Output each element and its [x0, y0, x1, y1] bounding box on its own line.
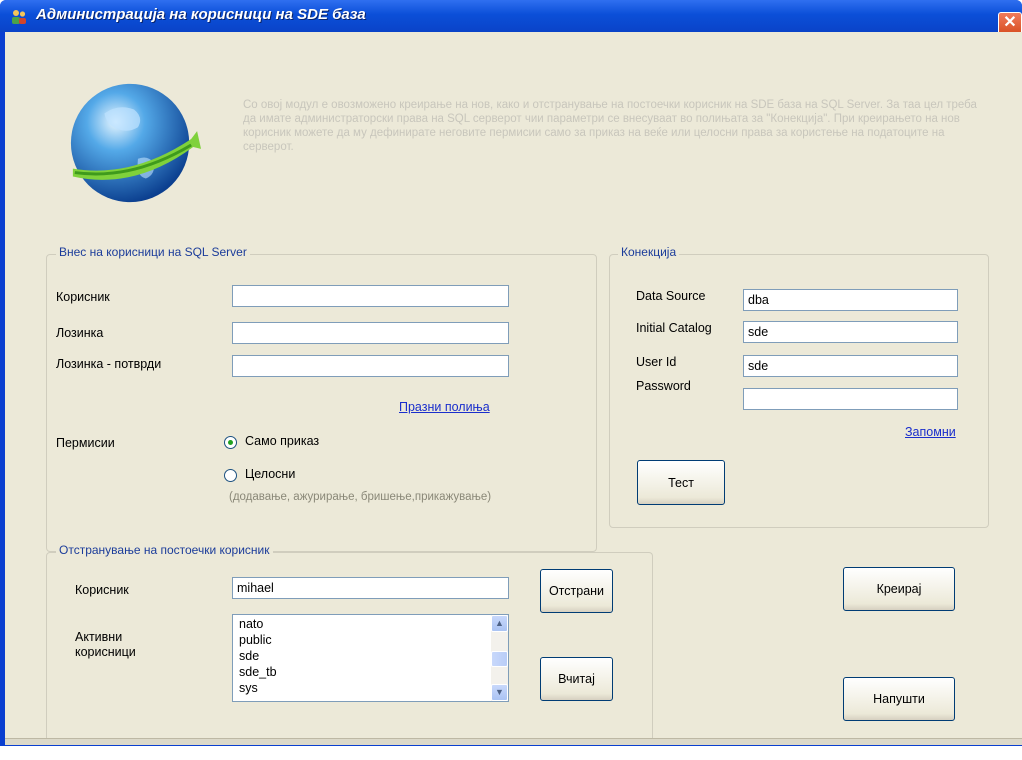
globe-icon	[70, 83, 202, 203]
list-scrollbar[interactable]: ▲ ▼	[491, 615, 508, 701]
clear-fields-link[interactable]: Празни полиња	[399, 400, 490, 414]
password-confirm-label: Лозинка - потврди	[56, 357, 162, 371]
full-rights-hint: (додавање, ажурирање, бришење,прикажувањ…	[229, 491, 492, 503]
test-button[interactable]: Тест	[637, 460, 725, 505]
load-button[interactable]: Вчитај	[540, 657, 613, 701]
password-label: Лозинка	[56, 326, 104, 340]
password-input[interactable]	[232, 322, 509, 344]
list-item[interactable]: nato	[239, 617, 263, 631]
data-source-input[interactable]	[743, 289, 958, 311]
scroll-thumb[interactable]	[491, 651, 508, 667]
user-id-input[interactable]	[743, 355, 958, 377]
client-area: Со овој модул е овозможено креирање на н…	[5, 32, 1022, 745]
password-confirm-input[interactable]	[232, 355, 509, 377]
title-bar[interactable]: Администрација на корисници на SDE база …	[0, 0, 1022, 36]
remove-user-label: Корисник	[75, 583, 129, 597]
full-rights-radio[interactable]	[224, 469, 237, 482]
connection-password-label: Password	[636, 379, 691, 393]
permissions-label: Пермисии	[56, 436, 115, 450]
active-users-list[interactable]: nato public sde sde_tb sys ▲ ▼	[232, 614, 509, 702]
initial-catalog-label: Initial Catalog	[636, 321, 712, 335]
users-icon	[12, 10, 26, 24]
connection-password-input[interactable]	[743, 388, 958, 410]
full-rights-label[interactable]: Целосни	[245, 467, 295, 481]
remove-user-legend: Отстранување на постоечки корисник	[56, 543, 273, 557]
user-id-label: User Id	[636, 355, 677, 369]
close-icon: ✕	[1003, 14, 1017, 31]
create-button[interactable]: Креирај	[843, 567, 955, 611]
exit-button[interactable]: Напушти	[843, 677, 955, 721]
list-item[interactable]: sys	[239, 681, 258, 695]
active-users-label-line1: Активни	[75, 630, 123, 644]
intro-text: Со овој модул е овозможено креирање на н…	[243, 99, 977, 153]
status-bar	[5, 738, 1022, 745]
window-title: Администрација на корисници на SDE база	[36, 6, 366, 23]
list-item[interactable]: public	[239, 633, 272, 647]
sql-users-legend: Внес на корисници на SQL Server	[56, 245, 250, 259]
scroll-up-icon[interactable]: ▲	[491, 615, 508, 632]
view-only-label[interactable]: Само приказ	[245, 434, 319, 448]
initial-catalog-input[interactable]	[743, 321, 958, 343]
scroll-down-icon[interactable]: ▼	[491, 684, 508, 701]
data-source-label: Data Source	[636, 289, 706, 303]
connection-legend: Конекција	[618, 245, 680, 259]
list-item[interactable]: sde	[239, 649, 259, 663]
remove-button[interactable]: Отстрани	[540, 569, 613, 613]
remember-link[interactable]: Запомни	[905, 425, 956, 439]
active-users-label-line2: корисници	[75, 645, 136, 659]
list-item[interactable]: sde_tb	[239, 665, 277, 679]
user-input[interactable]	[232, 285, 509, 307]
app-window: Администрација на корисници на SDE база …	[0, 0, 1022, 746]
user-label: Корисник	[56, 290, 110, 304]
remove-user-input[interactable]	[232, 577, 509, 599]
view-only-radio[interactable]	[224, 436, 237, 449]
